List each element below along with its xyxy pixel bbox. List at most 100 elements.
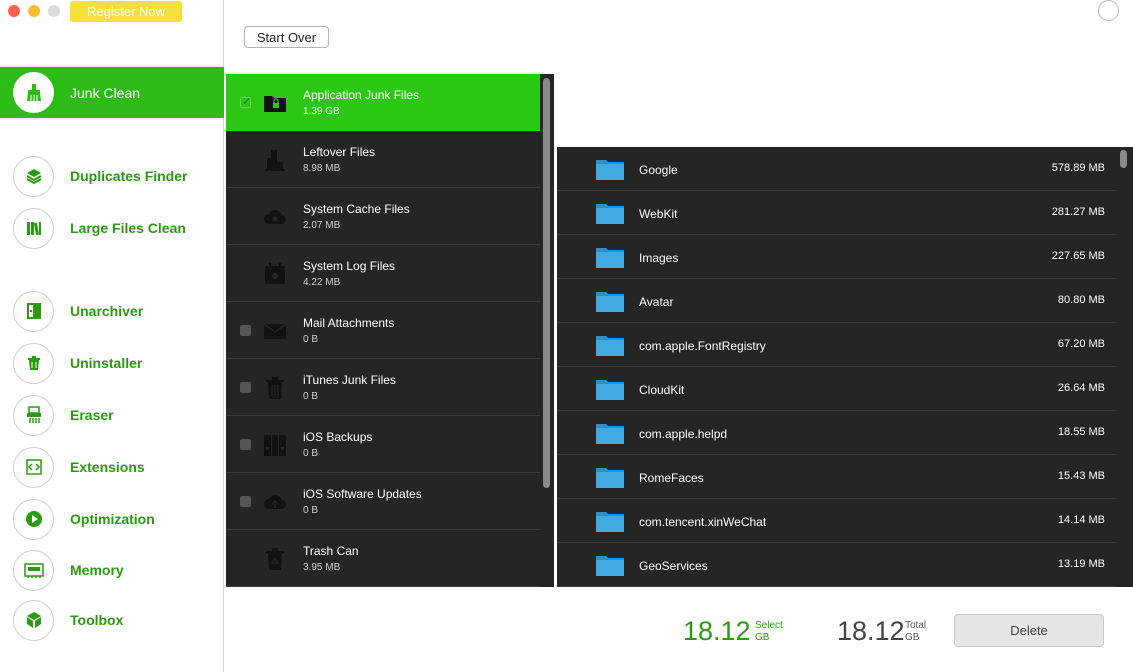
category-checkbox[interactable] — [240, 439, 251, 450]
file-row[interactable]: RomeFaces 15.43 MB — [557, 455, 1116, 499]
sidebar-item-toolbox[interactable]: Toolbox — [0, 594, 224, 646]
mail-icon — [263, 323, 287, 339]
category-row-mail-attachments[interactable]: Mail Attachments 0 B — [226, 302, 540, 359]
status-circle-icon[interactable] — [1098, 0, 1119, 21]
minimize-window-button[interactable] — [28, 5, 40, 17]
shredder-icon — [13, 394, 54, 436]
category-name: System Log Files — [303, 259, 396, 273]
sidebar-item-large-files-clean[interactable]: Large Files Clean — [0, 202, 224, 254]
file-name: Google — [639, 163, 678, 177]
sidebar: Register Now Junk Clean Duplicates Finde… — [0, 0, 224, 672]
sidebar-item-label: Junk Clean — [70, 84, 141, 101]
category-size: 0 B — [303, 391, 319, 402]
cloud-gear-icon — [264, 210, 287, 225]
file-row[interactable]: com.apple.helpd 18.55 MB — [557, 411, 1116, 455]
sidebar-item-extensions[interactable]: Extensions — [0, 441, 224, 493]
category-row-system-cache[interactable]: System Cache Files 2.07 MB — [226, 188, 540, 245]
sidebar-item-label: Extensions — [70, 459, 145, 475]
category-checkbox[interactable] — [240, 496, 251, 507]
file-size: 80.80 MB — [1057, 294, 1105, 306]
layers-icon — [13, 155, 54, 197]
binders-icon — [264, 435, 286, 456]
sidebar-item-label: Eraser — [70, 407, 114, 423]
calendar-gear-icon — [265, 263, 285, 284]
total-size-value: 18.12 — [837, 616, 905, 646]
sidebar-item-label: Unarchiver — [70, 303, 144, 319]
checkmark-icon: ✓ — [242, 96, 252, 108]
box-icon — [13, 599, 54, 641]
file-name: WebKit — [639, 207, 678, 221]
delete-button[interactable]: Delete — [954, 614, 1104, 647]
category-row-ios-software-updates[interactable]: iOS Software Updates 0 B — [226, 473, 540, 530]
category-row-trash-can[interactable]: Trash Can 3.95 MB — [226, 530, 540, 587]
category-name: Application Junk Files — [303, 88, 420, 102]
folder-icon — [596, 292, 624, 312]
file-name: CloudKit — [639, 383, 685, 397]
sidebar-item-junk-clean[interactable]: Junk Clean — [0, 67, 224, 118]
folder-icon — [596, 160, 624, 180]
category-size: 0 B — [303, 334, 319, 345]
register-now-button[interactable]: Register Now — [70, 1, 182, 22]
file-row[interactable]: com.apple.FontRegistry 67.20 MB — [557, 323, 1116, 367]
category-row-application-junk[interactable]: ✓ Application Junk Files 1.39 GB — [226, 74, 540, 131]
category-size: 1.39 GB — [303, 106, 340, 117]
category-row-leftover-files[interactable]: Leftover Files 8.98 MB — [226, 131, 540, 188]
file-size: 227.65 MB — [1051, 250, 1105, 262]
total-label: Total — [905, 620, 927, 631]
category-size: 0 B — [303, 448, 319, 459]
file-row[interactable]: Images 227.65 MB — [557, 235, 1116, 279]
sidebar-item-label: Memory — [70, 562, 124, 578]
folder-icon — [596, 204, 624, 224]
close-window-button[interactable] — [8, 5, 20, 17]
category-name: iOS Backups — [303, 430, 373, 444]
file-list: Google 578.89 MB WebKit 281.27 MB Images… — [557, 147, 1133, 587]
file-name: com.tencent.xinWeChat — [639, 515, 767, 529]
category-name: iTunes Junk Files — [303, 373, 396, 387]
select-unit: GB — [755, 632, 770, 643]
select-size-value: 18.12 — [683, 616, 751, 646]
file-size: 578.89 MB — [1051, 162, 1105, 174]
category-name: System Cache Files — [303, 202, 410, 216]
category-list: ✓ Application Junk Files 1.39 GB Leftove… — [226, 74, 554, 587]
sidebar-item-unarchiver[interactable]: Unarchiver — [0, 285, 224, 337]
file-name: Avatar — [639, 295, 674, 309]
window-controls — [8, 5, 60, 17]
file-row[interactable]: WebKit 281.27 MB — [557, 191, 1116, 235]
category-row-system-log[interactable]: System Log Files 4.22 MB — [226, 245, 540, 302]
category-size: 3.95 MB — [303, 562, 341, 573]
books-icon — [13, 207, 54, 249]
sidebar-item-uninstaller[interactable]: Uninstaller — [0, 337, 224, 389]
recycle-bin-icon — [266, 548, 284, 570]
file-row[interactable]: GeoServices 13.19 MB — [557, 543, 1116, 587]
file-row[interactable]: Google 578.89 MB — [557, 147, 1116, 191]
folder-icon — [596, 556, 624, 576]
file-name: com.apple.FontRegistry — [639, 339, 766, 353]
file-row[interactable]: CloudKit 26.64 MB — [557, 367, 1116, 411]
file-size: 281.27 MB — [1051, 206, 1105, 218]
file-row[interactable]: Avatar 80.80 MB — [557, 279, 1116, 323]
sidebar-item-eraser[interactable]: Eraser — [0, 389, 224, 441]
zoom-window-button[interactable] — [48, 5, 60, 17]
category-checkbox[interactable] — [240, 325, 251, 336]
category-row-itunes-junk[interactable]: iTunes Junk Files 0 B — [226, 359, 540, 416]
sidebar-item-memory[interactable]: Memory — [0, 544, 224, 596]
file-name: Images — [639, 251, 679, 265]
category-row-ios-backups[interactable]: iOS Backups 0 B — [226, 416, 540, 473]
file-size: 18.55 MB — [1057, 426, 1105, 438]
file-row[interactable]: com.tencent.xinWeChat 14.14 MB — [557, 499, 1116, 543]
sidebar-item-optimization[interactable]: Optimization — [0, 493, 224, 545]
code-icon — [13, 446, 54, 488]
sidebar-item-label: Large Files Clean — [70, 220, 186, 236]
broom-icon — [13, 72, 54, 113]
category-name: Mail Attachments — [303, 316, 395, 330]
category-checkbox[interactable]: ✓ — [240, 96, 252, 108]
archive-icon — [13, 290, 54, 332]
trash-icon — [13, 342, 54, 384]
sidebar-item-duplicates-finder[interactable]: Duplicates Finder — [0, 150, 224, 202]
folder-icon — [596, 512, 624, 532]
file-list-scrollbar[interactable] — [1120, 150, 1127, 168]
category-checkbox[interactable] — [240, 382, 251, 393]
folder-lock-icon — [264, 96, 286, 112]
category-list-scrollbar[interactable] — [543, 78, 550, 488]
start-over-button[interactable]: Start Over — [244, 26, 329, 48]
